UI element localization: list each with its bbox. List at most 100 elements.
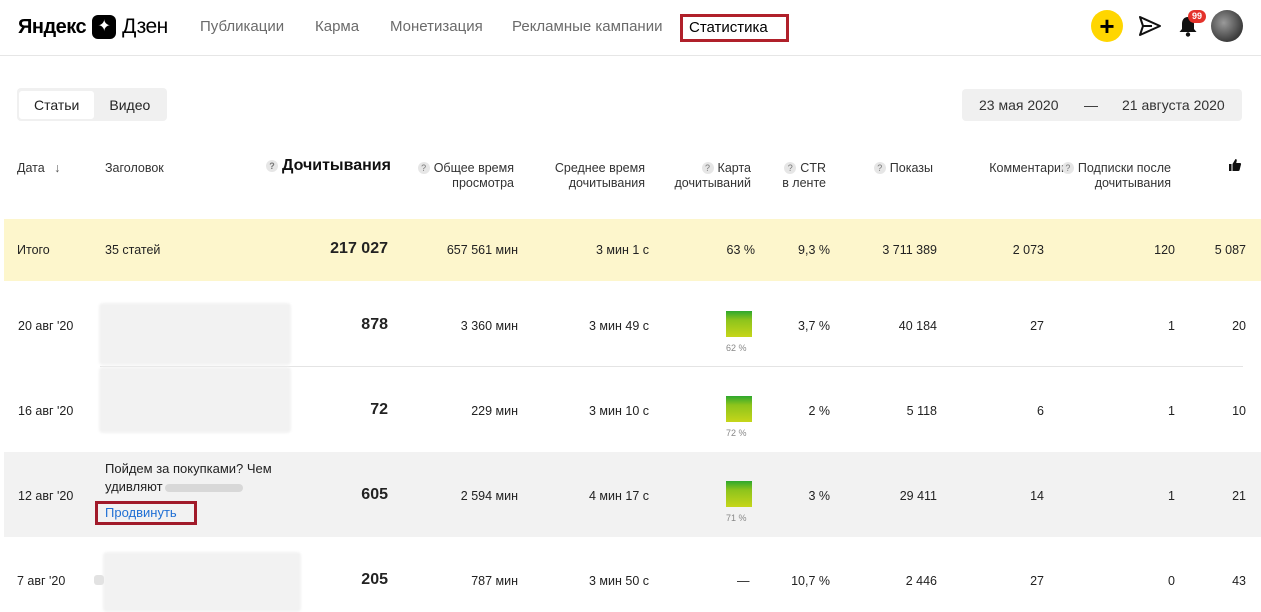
promote-link[interactable]: Продвинуть bbox=[95, 501, 197, 525]
total-map: 63 % bbox=[726, 243, 756, 257]
header-actions: + 99 bbox=[1091, 10, 1243, 42]
total-comments: 2 073 bbox=[1012, 243, 1044, 257]
total-shows: 3 711 389 bbox=[882, 243, 937, 257]
row-reads: 605 bbox=[361, 486, 388, 503]
row-shows: 2 446 bbox=[905, 574, 937, 588]
col-ctr-line2: в ленте bbox=[782, 176, 826, 190]
sort-down-icon: ↓ bbox=[54, 161, 61, 175]
col-map-line1: Карта bbox=[717, 161, 751, 175]
help-icon[interactable]: ? bbox=[784, 162, 797, 174]
help-icon[interactable]: ? bbox=[417, 162, 430, 174]
blurred-title-part bbox=[164, 484, 243, 492]
row-reads: 878 bbox=[361, 316, 388, 333]
row-subs: 1 bbox=[1168, 404, 1175, 418]
total-label: Итого bbox=[17, 243, 50, 257]
col-avg-time-line2: дочитывания bbox=[568, 176, 645, 190]
col-header-date[interactable]: Дата ↓ bbox=[17, 161, 60, 176]
row-subs: 1 bbox=[1168, 319, 1175, 333]
col-subs-line2: дочитывания bbox=[1094, 176, 1171, 190]
read-map-chart[interactable] bbox=[726, 311, 752, 337]
blurred-mark bbox=[94, 575, 104, 585]
row-avg-time: 4 мин 17 с bbox=[588, 489, 649, 503]
row-shows: 29 411 bbox=[899, 489, 937, 503]
tab-video[interactable]: Видео bbox=[94, 91, 165, 119]
row-likes: 43 bbox=[1232, 574, 1246, 588]
date-to: 21 августа 2020 bbox=[1122, 97, 1225, 113]
row-ctr: 3,7 % bbox=[798, 319, 830, 333]
send-icon[interactable] bbox=[1137, 13, 1163, 39]
row-likes: 21 bbox=[1232, 489, 1246, 503]
row-avg-time: 3 мин 10 с bbox=[588, 404, 649, 418]
nav-karma[interactable]: Карма bbox=[315, 18, 359, 35]
zen-star-icon: ✦ bbox=[92, 15, 117, 39]
read-map-chart[interactable] bbox=[726, 396, 752, 422]
row-likes: 10 bbox=[1232, 404, 1246, 418]
help-icon[interactable]: ? bbox=[873, 162, 886, 174]
blurred-title bbox=[103, 552, 301, 612]
row-date: 20 авг '20 bbox=[18, 319, 74, 333]
nav-statistics[interactable]: Статистика bbox=[680, 14, 789, 42]
date-range-picker[interactable]: 23 мая 2020 — 21 августа 2020 bbox=[962, 89, 1242, 121]
thumbs-up-icon[interactable] bbox=[1228, 158, 1242, 172]
col-shows-label: Показы bbox=[889, 161, 933, 175]
logo-yandex-text: Яндекс bbox=[18, 15, 87, 38]
help-icon[interactable]: ? bbox=[266, 160, 278, 172]
total-avg-time: 3 мин 1 с bbox=[595, 243, 649, 257]
row-subs: 1 bbox=[1168, 489, 1175, 503]
create-plus-button[interactable]: + bbox=[1091, 10, 1123, 42]
row-reads: 205 bbox=[361, 571, 388, 588]
row-total-time: 2 594 мин bbox=[460, 489, 518, 503]
col-map-line2: дочитываний bbox=[674, 176, 752, 190]
table-row-hovered[interactable]: 12 авг '20 Пойдем за покупками? Чем удив… bbox=[4, 452, 1261, 537]
row-subs: 0 bbox=[1168, 574, 1175, 588]
blurred-title bbox=[99, 303, 291, 365]
read-map-percent: 71 % bbox=[726, 513, 747, 523]
col-header-title: Заголовок bbox=[105, 161, 164, 175]
row-comments: 14 bbox=[1030, 489, 1044, 503]
row-avg-time: 3 мин 49 с bbox=[588, 319, 649, 333]
blurred-title bbox=[99, 367, 291, 433]
col-header-read-map[interactable]: ? Карта дочитываний bbox=[675, 161, 752, 191]
table-row[interactable]: 16 авг '20 72 229 мин 3 мин 10 с 72 % 2 … bbox=[4, 367, 1261, 452]
avatar[interactable] bbox=[1211, 10, 1243, 42]
article-title[interactable]: Пойдем за покупками? Чем удивляют bbox=[105, 460, 295, 496]
logo-zen-text: Дзен bbox=[122, 15, 168, 38]
row-date: 12 авг '20 bbox=[18, 489, 74, 503]
yandex-zen-logo[interactable]: Яндекс ✦ Дзен bbox=[18, 13, 168, 41]
row-likes: 20 bbox=[1232, 319, 1246, 333]
total-reads: 217 027 bbox=[330, 240, 388, 257]
help-icon[interactable]: ? bbox=[701, 162, 714, 174]
notifications-button[interactable]: 99 bbox=[1175, 10, 1207, 39]
row-comments: 6 bbox=[1037, 404, 1044, 418]
nav-ad-campaigns[interactable]: Рекламные кампании bbox=[512, 18, 662, 35]
row-shows: 5 118 bbox=[906, 404, 937, 418]
table-row[interactable]: 7 авг '20 205 787 мин 3 мин 50 с — 10,7 … bbox=[4, 537, 1261, 612]
col-ctr-line1: CTR bbox=[800, 161, 826, 175]
total-articles: 35 статей bbox=[105, 243, 161, 257]
col-header-reads[interactable]: ? Дочитывания bbox=[266, 158, 391, 174]
nav-publications[interactable]: Публикации bbox=[200, 18, 284, 35]
row-avg-time: 3 мин 50 с bbox=[588, 574, 649, 588]
col-total-time-line1: Общее время bbox=[433, 161, 514, 175]
content-type-switch: Статьи Видео bbox=[17, 88, 168, 121]
row-shows: 40 184 bbox=[898, 319, 937, 333]
top-header: Яндекс ✦ Дзен Публикации Карма Монетизац… bbox=[0, 0, 1261, 56]
help-icon[interactable]: ? bbox=[1061, 162, 1074, 174]
col-header-total-time[interactable]: ? Общее время просмотра bbox=[417, 161, 514, 191]
nav-monetization[interactable]: Монетизация bbox=[390, 18, 483, 35]
col-subs-line1: Подписки после bbox=[1077, 161, 1171, 175]
row-total-time: 229 мин bbox=[471, 404, 518, 418]
date-separator: — bbox=[1084, 97, 1098, 113]
read-map-chart[interactable] bbox=[726, 481, 752, 507]
col-header-ctr[interactable]: ? CTR в ленте bbox=[782, 161, 826, 191]
col-header-avg-time[interactable]: Среднее время дочитывания bbox=[555, 161, 645, 191]
col-header-shows[interactable]: ? Показы bbox=[873, 161, 933, 176]
tab-articles[interactable]: Статьи bbox=[19, 90, 95, 119]
col-header-subscriptions[interactable]: ? Подписки после дочитывания bbox=[1061, 161, 1171, 191]
row-date: 16 авг '20 bbox=[18, 404, 74, 418]
table-row[interactable]: 20 авг '20 878 3 360 мин 3 мин 49 с 62 %… bbox=[4, 281, 1261, 367]
date-from: 23 мая 2020 bbox=[979, 97, 1059, 113]
total-ctr: 9,3 % bbox=[798, 243, 830, 257]
col-total-time-line2: просмотра bbox=[452, 176, 514, 190]
col-header-comments[interactable]: Комментарии bbox=[989, 161, 1068, 176]
